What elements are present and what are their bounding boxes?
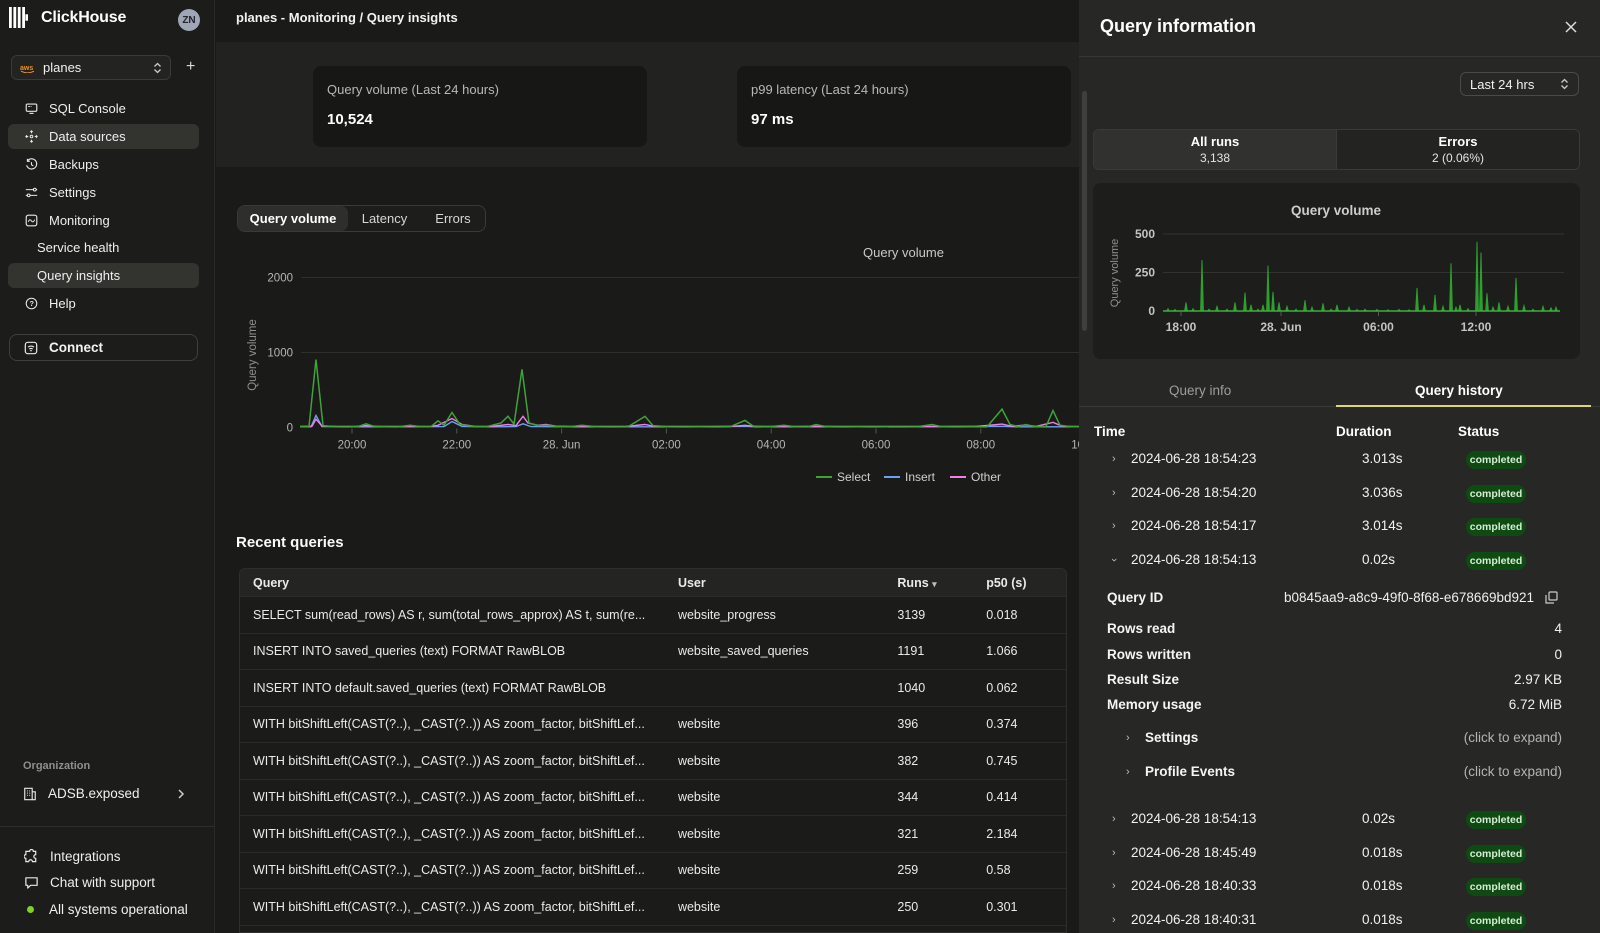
- svg-text:Select: Select: [837, 470, 871, 484]
- svg-text:Query volume: Query volume: [247, 319, 259, 391]
- svg-text:Insert: Insert: [905, 470, 936, 484]
- svg-text:22:00: 22:00: [442, 440, 471, 452]
- svg-text:Query volume: Query volume: [1291, 203, 1382, 218]
- svg-text:0: 0: [287, 423, 293, 435]
- svg-text:1000: 1000: [267, 348, 293, 360]
- svg-text:04:00: 04:00: [757, 440, 786, 452]
- svg-text:500: 500: [1135, 227, 1155, 241]
- svg-text:Query volume: Query volume: [863, 245, 944, 260]
- svg-text:28. Jun: 28. Jun: [1260, 320, 1301, 334]
- svg-text:Query volume: Query volume: [1109, 239, 1121, 307]
- svg-text:?: ?: [30, 298, 35, 307]
- svg-text:06:00: 06:00: [1363, 320, 1394, 334]
- svg-text:08:00: 08:00: [966, 440, 995, 452]
- svg-text:Other: Other: [971, 470, 1001, 484]
- svg-text:18:00: 18:00: [1166, 320, 1197, 334]
- svg-text:aws: aws: [20, 65, 33, 72]
- svg-text:06:00: 06:00: [862, 440, 891, 452]
- svg-text:28. Jun: 28. Jun: [543, 440, 581, 452]
- svg-text:0: 0: [1148, 304, 1155, 318]
- svg-text:10:00: 10:00: [1071, 440, 1079, 452]
- svg-text:2000: 2000: [267, 273, 293, 285]
- svg-text:12:00: 12:00: [1461, 320, 1492, 334]
- svg-text:02:00: 02:00: [652, 440, 681, 452]
- svg-text:250: 250: [1135, 266, 1155, 280]
- svg-text:20:00: 20:00: [338, 440, 367, 452]
